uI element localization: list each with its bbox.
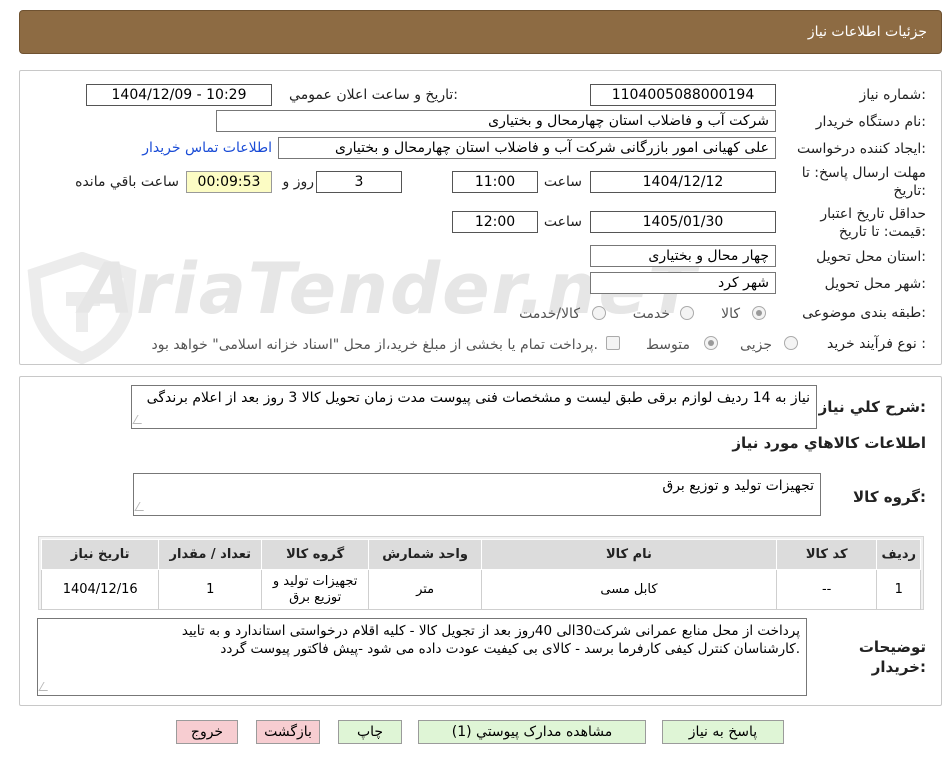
page-header: جزئیات اطلاعات نیاز: [19, 10, 942, 54]
buyer-notes-label: توضیحات: [858, 638, 926, 656]
treasury-note: پرداخت تمام یا بخشی از مبلغ خرید،از محل …: [151, 337, 598, 353]
cell-need-date: 1404/12/16: [40, 569, 160, 610]
col-header-group: گروه کالا: [261, 539, 370, 570]
cell-unit: متر: [368, 569, 483, 610]
deadline-time-field[interactable]: 11:00: [452, 171, 538, 193]
goods-group-textarea[interactable]: تجهیزات تولید و توزیع برق: [133, 473, 821, 516]
goods-info-title: اطلاعات کالاهاي مورد نياز: [732, 434, 926, 452]
days-label: روز و: [282, 174, 315, 190]
category-option-goods: کالا: [721, 306, 740, 322]
validity-time-label: ساعت: [543, 214, 582, 230]
process-radio-minor[interactable]: [784, 336, 798, 350]
province-field[interactable]: چهار محال و بختیاری: [590, 245, 776, 267]
cell-name: کابل مسی: [481, 569, 777, 610]
page-title: جزئیات اطلاعات نیاز: [807, 24, 927, 40]
items-table: ردیف کد کالا نام کالا واحد شمارش گروه کا…: [40, 539, 921, 610]
process-option-medium: متوسط: [646, 337, 690, 353]
category-option-service: خدمت: [632, 306, 670, 322]
province-label: استان محل تحویل:: [816, 249, 926, 265]
category-option-goods-service: کالا/خدمت: [519, 306, 580, 322]
days-remaining-field[interactable]: 3: [316, 171, 402, 193]
reply-to-need-button[interactable]: پاسخ به نیاز: [662, 720, 784, 744]
process-option-minor: جزیی: [740, 337, 772, 353]
resize-handle-icon[interactable]: [134, 502, 149, 511]
validity-time-field[interactable]: 12:00: [452, 211, 538, 233]
deadline-label-2: تاریخ:: [893, 183, 926, 199]
buyer-contact-link[interactable]: اطلاعات تماس خریدار: [142, 140, 272, 156]
col-header-code: کد کالا: [775, 539, 878, 570]
resize-handle-icon[interactable]: [132, 415, 147, 424]
resize-handle-icon[interactable]: [38, 682, 53, 691]
cell-quantity: 1: [158, 569, 263, 610]
announce-datetime-field[interactable]: 1404/12/09 - 10:29: [86, 84, 272, 106]
cell-code: --: [775, 569, 878, 610]
table-header-row: ردیف کد کالا نام کالا واحد شمارش گروه کا…: [40, 539, 921, 570]
city-label: شهر محل تحویل:: [824, 276, 926, 292]
remaining-time-counter: 00:09:53: [186, 171, 272, 193]
process-radio-medium[interactable]: [704, 336, 718, 350]
col-header-unit: واحد شمارش: [368, 539, 483, 570]
category-radio-goods[interactable]: [752, 306, 766, 320]
col-header-quantity: تعداد / مقدار: [158, 539, 263, 570]
deadline-date-field[interactable]: 1404/12/12: [590, 171, 776, 193]
price-validity-label: حداقل تاریخ اعتبار: [820, 206, 926, 222]
requester-field[interactable]: علی کهیانی امور بازرگانی شرکت آب و فاضلا…: [278, 137, 776, 159]
col-header-name: نام کالا: [481, 539, 777, 570]
remaining-time-label: ساعت باقي مانده: [75, 174, 179, 190]
need-number-label: شماره نیاز:: [859, 87, 926, 103]
need-summary-text: نیاز به 14 ردیف لوازم برقی طبق لیست و مش…: [146, 390, 810, 406]
buyer-notes-label-2: خریدار:: [871, 658, 926, 676]
price-validity-label-2: قیمت: تا تاریخ:: [838, 224, 926, 240]
print-button[interactable]: چاپ: [338, 720, 402, 744]
requester-label: ایجاد کننده درخواست:: [797, 141, 926, 157]
deadline-time-label: ساعت: [543, 174, 582, 190]
buyer-notes-textarea[interactable]: پرداخت از محل منابع عمرانی شرکت30الی 40ر…: [37, 618, 807, 696]
goods-group-value: تجهیزات تولید و توزیع برق: [662, 478, 814, 494]
need-summary-label: شرح کلي نياز:: [818, 398, 926, 416]
category-radio-service[interactable]: [680, 306, 694, 320]
validity-date-field[interactable]: 1405/01/30: [590, 211, 776, 233]
process-type-label: نوع فرآیند خرید :: [827, 336, 926, 352]
col-header-row-number: ردیف: [876, 539, 921, 570]
buyer-notes-line-2: کارشناسان کنترل کیفی کارفرما برسد - کالا…: [220, 641, 800, 657]
buyer-org-label: نام دستگاه خریدار:: [815, 114, 926, 130]
category-radio-goods-service[interactable]: [592, 306, 606, 320]
category-label: طبقه بندی موضوعی:: [802, 305, 926, 321]
col-header-need-date: تاریخ نیاز: [40, 539, 160, 570]
deadline-label: مهلت ارسال پاسخ: تا: [801, 165, 926, 181]
announce-datetime-label: تاریخ و ساعت اعلان عمومي:: [289, 87, 458, 103]
need-number-field[interactable]: 1104005088000194: [590, 84, 776, 106]
city-field[interactable]: شهر کرد: [590, 272, 776, 294]
buyer-org-field[interactable]: شرکت آب و فاضلاب استان چهارمحال و بختیار…: [216, 110, 776, 132]
back-button[interactable]: بازگشت: [256, 720, 320, 744]
items-table-container: ردیف کد کالا نام کالا واحد شمارش گروه کا…: [38, 536, 924, 610]
view-attachments-button[interactable]: مشاهده مدارک پیوستي (1): [418, 720, 646, 744]
cell-row-number: 1: [876, 569, 921, 610]
goods-group-label: گروه کالا:: [853, 488, 926, 506]
cell-group: تجهیزات تولید و توزیع برق: [261, 569, 370, 610]
need-summary-textarea[interactable]: نیاز به 14 ردیف لوازم برقی طبق لیست و مش…: [131, 385, 817, 429]
buyer-notes-line-1: پرداخت از محل منابع عمرانی شرکت30الی 40ر…: [181, 623, 800, 639]
exit-button[interactable]: خروج: [176, 720, 238, 744]
table-row[interactable]: 1 -- کابل مسی متر تجهیزات تولید و توزیع …: [40, 569, 921, 610]
treasury-checkbox[interactable]: [606, 336, 620, 350]
